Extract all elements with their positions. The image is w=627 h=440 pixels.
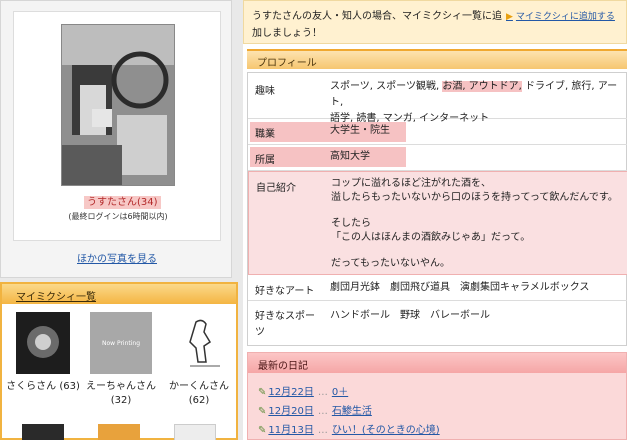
- profile-row-hobby: 趣味 スポーツ, スポーツ観戦, お酒, アウトドア, ドライブ, 旅行, アー…: [248, 73, 627, 124]
- diary-separator: …: [317, 387, 328, 398]
- profile-label: 好きなスポーツ: [255, 311, 315, 338]
- profile-row-sport: 好きなスポーツ ハンドボール 野球 バレーボール: [248, 301, 627, 346]
- latest-diary-box: 最新の日記 ✎ 12月22日… 0＋ ✎ 12月20日… 石鯵生活 ✎ 11月13日… ひい…: [247, 352, 627, 440]
- friend-name[interactable]: さくらさん (63): [4, 380, 82, 394]
- more-photos-link[interactable]: ほかの写真を見る: [1, 250, 233, 265]
- friends-list-box: マイミクシィ一覧 さくらさん (63) Now Printing えーちゃんさん…: [0, 282, 238, 440]
- profile-row-affiliation: 所属 高知大学: [248, 145, 627, 171]
- friend-photo[interactable]: Now Printing: [90, 312, 152, 374]
- profile-value: ハンドボール 野球 バレーボール: [330, 310, 490, 321]
- diary-date: 12月20日: [268, 406, 314, 417]
- profile-photo[interactable]: [61, 24, 175, 186]
- pencil-icon: ✎: [258, 387, 267, 398]
- now-printing-text: Now Printing: [101, 339, 141, 347]
- diary-title[interactable]: ひい！(そのときの心境): [332, 425, 440, 436]
- profile-label: 趣味: [255, 86, 275, 97]
- profile-value: 大学生・院生: [330, 125, 390, 136]
- last-login-status: (最終ログインは6時間以内): [68, 212, 168, 221]
- friend-item[interactable]: かーくんさん (62): [160, 312, 238, 408]
- friend-name[interactable]: かーくんさん (62): [160, 380, 238, 408]
- intro-line: コップに溢れるほど注がれた酒を、: [331, 178, 491, 189]
- friend-photo[interactable]: [16, 312, 70, 374]
- add-to-mymixi-link[interactable]: ▶ マイミクシィに追加する: [506, 9, 615, 22]
- intro-line: 溢したらもったいないから口のほうを持ってって飲んだんです。: [331, 192, 618, 203]
- pencil-icon: ✎: [258, 406, 267, 417]
- user-name: うすたさん(34): [84, 196, 161, 209]
- profile-label: 自己紹介: [256, 183, 296, 194]
- profile-label: 所属: [255, 155, 275, 166]
- friends-list-title[interactable]: マイミクシィ一覧: [2, 284, 236, 304]
- intro-line: 「この人はほんまの酒飲みじゃあ」だって。: [331, 232, 531, 243]
- photo-frame: うすたさん(34) (最終ログインは6時間以内): [13, 11, 221, 241]
- right-column: うすたさんの友人・知人の場合、マイミクシィ一覧に追加しましょう！ ▶ マイミクシィ…: [243, 0, 627, 440]
- friend-item[interactable]: Now Printing えーちゃんさん (32): [82, 312, 160, 408]
- diary-entry[interactable]: ✎ 12月22日… 0＋: [258, 383, 348, 398]
- profile-value: コップに溢れるほど注がれた酒を、 溢したらもったいないから口のほうを持ってって飲…: [331, 177, 626, 271]
- profile-row-intro: 自己紹介 コップに溢れるほど注がれた酒を、 溢したらもったいないから口のほうを持…: [248, 171, 627, 275]
- profile-section-title: プロフィール: [247, 49, 627, 69]
- diary-entry[interactable]: ✎ 11月13日… ひい！(そのときの心境): [258, 421, 440, 436]
- friend-photo[interactable]: [22, 424, 64, 440]
- invite-message: うすたさんの友人・知人の場合、マイミクシィ一覧に追加しましょう！: [252, 11, 502, 39]
- profile-table: 趣味 スポーツ, スポーツ観戦, お酒, アウトドア, ドライブ, 旅行, アー…: [247, 72, 627, 346]
- friend-photo[interactable]: [174, 424, 216, 440]
- diary-date: 11月13日: [268, 425, 314, 436]
- diary-separator: …: [317, 406, 328, 417]
- profile-value: 劇団月光鉢 劇団飛び道具 演劇集団キャラメルボックス: [330, 282, 590, 293]
- add-to-mymixi-label[interactable]: マイミクシィに追加する: [516, 12, 615, 22]
- diary-entry[interactable]: ✎ 12月20日… 石鯵生活: [258, 402, 372, 417]
- intro-line: そしたら: [331, 218, 371, 229]
- profile-row-job: 職業 大学生・院生: [248, 119, 627, 145]
- diary-separator: …: [317, 425, 328, 436]
- pencil-icon: ✎: [258, 425, 267, 436]
- latest-diary-title: 最新の日記: [248, 353, 626, 373]
- hobby-highlight: お酒, アウトドア,: [442, 81, 522, 92]
- left-column: うすたさん(34) (最終ログインは6時間以内) ほかの写真を見る マイミクシィ…: [0, 0, 240, 440]
- profile-label: 好きなアート: [255, 286, 315, 297]
- diary-date: 12月22日: [268, 387, 314, 398]
- profile-label: 職業: [255, 129, 275, 140]
- profile-value: 高知大学: [330, 151, 370, 162]
- friend-name[interactable]: えーちゃんさん (32): [82, 380, 160, 408]
- diary-title[interactable]: 0＋: [332, 387, 348, 398]
- arrow-right-icon: ▶: [506, 12, 513, 22]
- friend-photo[interactable]: [172, 312, 226, 374]
- intro-line: だってもったいないやん。: [331, 258, 450, 269]
- profile-row-art: 好きなアート 劇団月光鉢 劇団飛び道具 演劇集団キャラメルボックス: [248, 275, 627, 301]
- hobby-text: スポーツ, スポーツ観戦,: [330, 81, 443, 92]
- diary-title[interactable]: 石鯵生活: [332, 406, 372, 417]
- friend-photo[interactable]: [98, 424, 140, 440]
- profile-photo-card: うすたさん(34) (最終ログインは6時間以内) ほかの写真を見る: [0, 0, 232, 278]
- invite-banner: うすたさんの友人・知人の場合、マイミクシィ一覧に追加しましょう！ ▶ マイミクシィ…: [243, 0, 627, 44]
- friend-item[interactable]: さくらさん (63): [4, 312, 82, 394]
